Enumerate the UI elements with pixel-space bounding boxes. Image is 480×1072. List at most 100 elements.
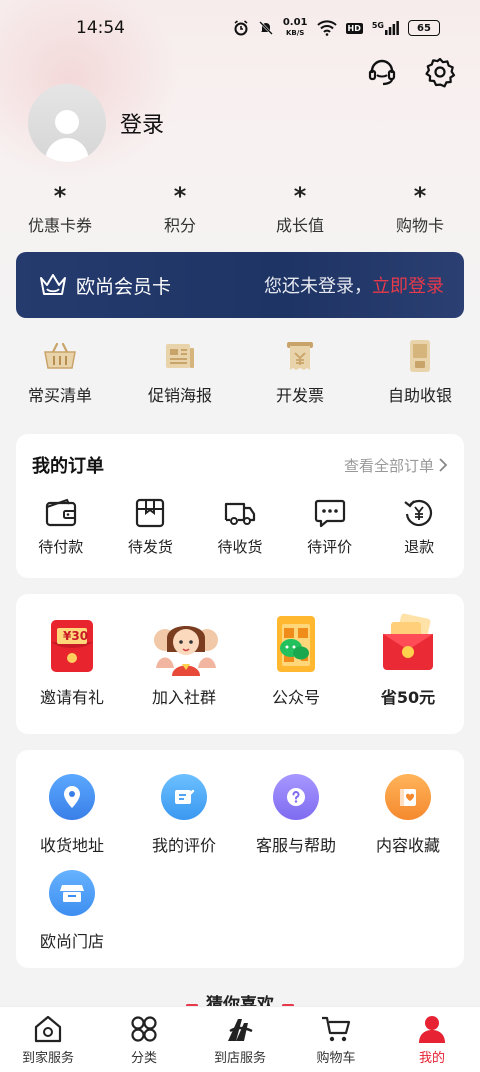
promo-label: 加入社群 [151,688,216,707]
cart-icon [322,1016,351,1042]
quick-self-checkout[interactable]: 自助收银 [360,338,480,406]
hd-badge: HD [345,22,363,34]
order-pending-review[interactable]: 待评价 [286,496,374,557]
promo-label: 公众号 [271,688,320,707]
promo-join-community[interactable]: 加入社群 [129,612,239,708]
truck-icon [224,502,256,525]
quick-frequent-list[interactable]: 常买清单 [0,338,120,406]
service-label: 我的评价 [151,836,216,855]
home-icon [34,1015,62,1043]
tab-cart[interactable]: 购物车 [288,1013,384,1066]
net-speed: 0.01 KB/S [283,18,308,38]
tab-label: 购物车 [316,1051,356,1066]
header-actions [366,56,456,88]
services-grid: 收货地址 我的评价 客服与帮助 内容收藏 欧尚门店 [16,750,464,966]
member-card-title: 欧尚会员卡 [76,275,172,298]
tab-category[interactable]: 分类 [96,1013,192,1066]
tab-label: 到店服务 [213,1051,266,1066]
stat-value: * [413,182,427,210]
member-login-link[interactable]: 立即登录 [372,276,444,297]
status-time: 14:54 [76,18,125,38]
service-icon-circle [385,774,431,820]
stat-points[interactable]: * 积分 [120,184,240,236]
service-label: 欧尚门店 [39,932,104,951]
quick-label: 自助收银 [387,386,452,405]
member-card-prompt: 您还未登录， [264,276,372,297]
status-bar: 14:54 0.01 KB/S HD 5G 65 [0,0,480,56]
service-favorites[interactable]: 内容收藏 [352,774,464,856]
signal-bars-icon [385,21,399,35]
bottom-tab-bar: 到家服务 分类 到店服务 购物车 我的 [0,1006,480,1072]
headset-icon[interactable] [366,56,398,88]
promo-official-account[interactable]: 公众号 [241,612,351,708]
order-label: 待评价 [307,538,353,556]
service-address[interactable]: 收货地址 [16,774,128,856]
member-card-prompt-group: 您还未登录，立即登录 [264,272,444,298]
stat-coupons[interactable]: * 优惠卡券 [0,184,120,236]
stat-label: 积分 [163,216,196,235]
battery-indicator: 65 [408,20,440,36]
community-image [153,612,218,676]
login-link[interactable]: 登录 [120,107,164,139]
tab-mine[interactable]: 我的 [384,1013,480,1066]
avatar[interactable] [28,84,106,162]
tab-home-service[interactable]: 到家服务 [0,1013,96,1066]
service-label: 收货地址 [39,836,104,855]
basket-icon [44,342,76,369]
promo-save-50[interactable]: 省50元 [353,612,463,708]
gear-icon[interactable] [424,56,456,88]
poster-icon [166,344,194,368]
pos-terminal-icon [410,340,430,372]
service-stores[interactable]: 欧尚门店 [16,870,128,952]
location-icon [64,786,80,808]
stat-shopping-card[interactable]: * 购物卡 [360,184,480,236]
service-help[interactable]: 客服与帮助 [240,774,352,856]
crown-icon [40,274,66,295]
stats-row: * 优惠卡券 * 积分 * 成长值 * 购物卡 [0,184,480,236]
order-label: 待付款 [38,538,84,556]
order-pending-shipment[interactable]: 待发货 [106,496,194,557]
order-pending-receipt[interactable]: 待收货 [196,496,284,557]
signal-type: 5G [371,21,384,30]
promo-label: 邀请有礼 [39,688,104,707]
comment-icon [314,499,345,528]
order-label: 待发货 [127,538,173,556]
qr-wechat-image [265,612,327,676]
quick-label: 促销海报 [147,386,212,405]
tab-store-service[interactable]: 到店服务 [192,1013,288,1066]
service-icon-circle [49,870,95,916]
member-card-banner[interactable]: 欧尚会员卡 您还未登录，立即登录 [16,252,464,318]
service-icon-circle [161,774,207,820]
service-label: 客服与帮助 [255,836,336,855]
alarm-icon [234,20,248,36]
service-icon-circle [273,774,319,820]
quick-invoice[interactable]: 开发票 [240,338,360,406]
net-speed-value: 0.01 [282,17,308,28]
order-refund[interactable]: 退款 [375,496,463,557]
status-icons: 0.01 KB/S HD 5G 65 [233,18,440,38]
wallet-icon [45,498,76,527]
orders-title: 我的订单 [32,456,104,477]
quick-promo-poster[interactable]: 促销海报 [120,338,240,406]
view-all-orders-label: 查看全部订单 [343,456,434,475]
mute-bell-icon [258,21,273,35]
red-envelope-image: ¥30 [41,612,103,676]
favorite-icon [400,789,416,806]
stat-growth[interactable]: * 成长值 [240,184,360,236]
refund-icon [404,499,433,527]
store-icon [60,885,84,902]
orders-card: 我的订单 查看全部订单 待付款 待发货 待收货 待评价 退款 [16,434,464,578]
view-all-orders-link[interactable]: 查看全部订单 [344,455,448,476]
promo-invite[interactable]: ¥30 邀请有礼 [17,612,127,708]
stat-value: * [293,182,307,210]
stat-label: 优惠卡券 [27,216,92,235]
net-speed-unit: KB/S [285,29,305,37]
order-pending-payment[interactable]: 待付款 [17,496,105,557]
chevron-right-icon [439,458,448,472]
member-card-title-group: 欧尚会员卡 [38,272,171,299]
service-my-reviews[interactable]: 我的评价 [128,774,240,856]
stat-label: 成长值 [275,216,324,235]
tab-label: 分类 [130,1051,157,1066]
order-label: 退款 [404,538,435,556]
tab-label: 到家服务 [21,1051,74,1066]
